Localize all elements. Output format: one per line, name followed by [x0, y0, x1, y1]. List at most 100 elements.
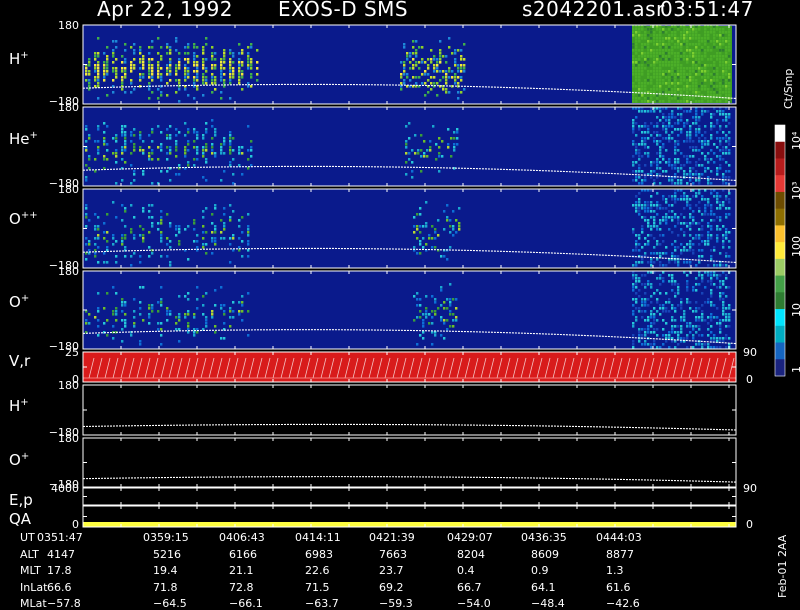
flux-pixel: [130, 134, 133, 137]
flux-pixel: [659, 307, 662, 310]
flux-pixel: [178, 316, 181, 319]
flux-pixel: [412, 52, 415, 55]
flux-pixel: [247, 125, 250, 128]
flux-pixel: [130, 182, 133, 185]
flux-pixel: [719, 28, 722, 31]
flux-pixel: [635, 46, 638, 49]
flux-pixel: [166, 64, 169, 67]
flux-pixel: [656, 52, 659, 55]
flux-pixel: [644, 152, 647, 155]
header-instrument: EXOS-D SMS: [278, 0, 409, 21]
flux-pixel: [647, 128, 650, 131]
flux-pixel: [632, 343, 635, 346]
flux-pixel: [238, 219, 241, 222]
flux-pixel: [425, 243, 428, 246]
flux-pixel: [187, 76, 190, 79]
flux-pixel: [719, 88, 722, 91]
flux-pixel: [656, 49, 659, 52]
flux-pixel: [722, 146, 725, 149]
flux-pixel: [644, 140, 647, 143]
flux-pixel: [692, 237, 695, 240]
flux-pixel: [454, 76, 457, 79]
flux-pixel: [638, 40, 641, 43]
flux-pixel: [653, 70, 656, 73]
panel-label: O+: [9, 293, 29, 311]
flux-pixel: [250, 73, 253, 76]
flux-pixel: [680, 31, 683, 34]
flux-pixel: [202, 243, 205, 246]
flux-pixel: [229, 149, 232, 152]
flux-pixel: [680, 243, 683, 246]
flux-pixel: [133, 234, 136, 237]
flux-pixel: [680, 128, 683, 131]
flux-pixel: [447, 146, 450, 149]
flux-pixel: [443, 322, 446, 325]
flux-pixel: [722, 240, 725, 243]
flux-pixel: [211, 310, 214, 313]
colorbar-tick-label: 100: [790, 236, 800, 257]
flux-pixel: [656, 37, 659, 40]
flux-pixel: [692, 49, 695, 52]
flux-pixel: [716, 137, 719, 140]
flux-pixel: [710, 234, 713, 237]
flux-pixel: [106, 125, 109, 128]
flux-pixel: [184, 79, 187, 82]
flux-pixel: [436, 64, 439, 67]
flux-pixel: [409, 52, 412, 55]
flux-pixel: [677, 255, 680, 258]
flux-pixel: [692, 55, 695, 58]
flux-pixel: [644, 237, 647, 240]
flux-pixel: [142, 237, 145, 240]
flux-pixel: [449, 231, 452, 234]
flux-pixel: [704, 143, 707, 146]
flux-pixel: [650, 79, 653, 82]
flux-pixel: [695, 79, 698, 82]
flux-pixel: [704, 52, 707, 55]
pitch-angle-trace: [82, 423, 737, 431]
table-cell: 19.4: [153, 564, 178, 577]
flux-pixel: [656, 289, 659, 292]
flux-pixel: [710, 316, 713, 319]
y-axis-min-label: 0: [72, 518, 79, 531]
table-cell: 8609: [531, 547, 559, 561]
flux-pixel: [716, 167, 719, 170]
flux-pixel: [121, 70, 124, 73]
flux-pixel: [707, 110, 710, 113]
flux-pixel: [713, 161, 716, 164]
flux-pixel: [446, 258, 449, 261]
flux-pixel: [671, 325, 674, 328]
panel-label-charge: +: [20, 50, 29, 61]
flux-pixel: [403, 82, 406, 85]
flux-pixel: [456, 128, 459, 131]
flux-pixel: [653, 55, 656, 58]
flux-pixel: [656, 152, 659, 155]
flux-pixel: [686, 140, 689, 143]
flux-pixel: [698, 334, 701, 337]
flux-pixel: [115, 73, 118, 76]
flux-pixel: [250, 46, 253, 49]
flux-pixel: [650, 264, 653, 267]
flux-pixel: [124, 137, 127, 140]
flux-pixel: [232, 173, 235, 176]
flux-pixel: [142, 210, 145, 213]
flux-pixel: [686, 119, 689, 122]
flux-pixel: [653, 316, 656, 319]
flux-pixel: [214, 67, 217, 70]
flux-pixel: [202, 58, 205, 61]
flux-pixel: [656, 143, 659, 146]
flux-pixel: [211, 237, 214, 240]
flux-pixel: [668, 76, 671, 79]
flux-pixel: [139, 255, 142, 258]
flux-pixel: [692, 88, 695, 91]
colorbar-segment: [775, 275, 785, 293]
flux-pixel: [241, 88, 244, 91]
flux-pixel: [439, 61, 442, 64]
flux-pixel: [202, 313, 205, 316]
flux-pixel: [686, 204, 689, 207]
flux-pixel: [719, 195, 722, 198]
flux-pixel: [160, 240, 163, 243]
flux-pixel: [635, 85, 638, 88]
flux-pixel: [184, 52, 187, 55]
flux-pixel: [202, 67, 205, 70]
panel-label-species: He: [9, 130, 30, 148]
